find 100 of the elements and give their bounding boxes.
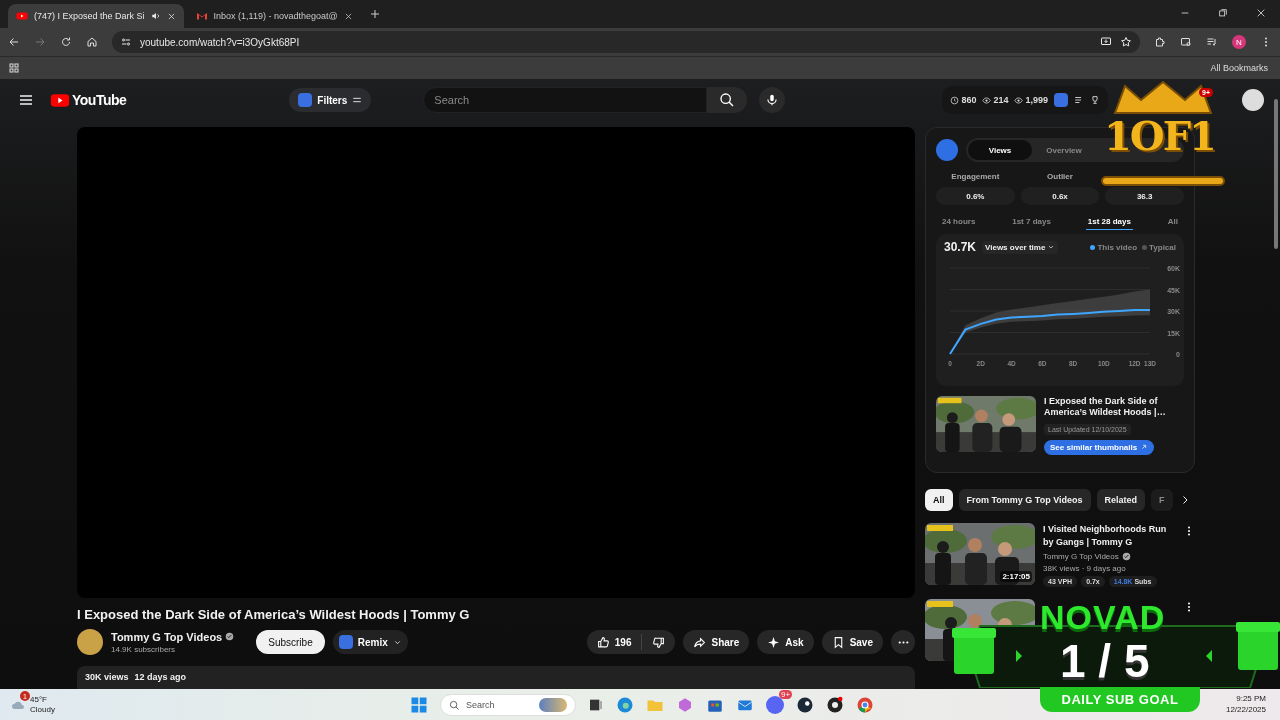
share-button[interactable]: Share [683,630,750,654]
account-avatar[interactable] [1242,89,1264,111]
youtube-logo-text[interactable]: YouTube [72,92,127,108]
channel-avatar[interactable] [77,629,103,655]
filter-chip[interactable]: All [925,489,953,511]
legend-label: Typical [1149,242,1176,252]
filter-chip[interactable]: Related [1096,489,1146,511]
address-bar[interactable]: youtube.com/watch?v=i3OyGkt68PI [112,31,1140,53]
voice-search-button[interactable] [759,87,786,113]
metric-label: Engagement [951,172,1000,181]
close-icon[interactable] [1256,8,1266,18]
goal-banner: DAILY SUB GOAL [1040,687,1200,712]
filter-chip[interactable]: From Tommy G Top Videos [958,489,1091,511]
sliders-icon [352,95,363,105]
metric-value: 0.6% [936,187,1015,205]
stat-count: 214 [993,95,1009,105]
thumbnail-title: I Exposed the Dark Side of America’s Wildest Hoods |… [1044,396,1167,419]
save-button[interactable]: Save [821,630,883,654]
browser-tab[interactable]: Inbox (1,119) - novadthegoat@ [187,4,361,28]
temperature: 45°F [30,695,48,705]
notification-badge: 9+ [779,690,793,699]
apps-grid-icon[interactable] [8,62,20,74]
verified-check-icon [1121,552,1131,562]
browser-app-icon[interactable] [616,696,634,714]
search-icon [719,92,736,108]
caret-icon [1047,243,1056,251]
all-bookmarks-link[interactable]: All Bookmarks [1210,63,1268,73]
goal-name: NOVAD [1040,598,1166,637]
youtube-favicon-icon [16,10,28,22]
new-tab-icon[interactable] [368,8,381,20]
view-count: 30K views [85,672,129,682]
sparkle-icon [767,635,781,649]
site-settings-icon[interactable] [120,36,132,48]
start-icon[interactable] [410,696,428,714]
filters-button[interactable]: Filters [289,88,372,112]
back-icon[interactable] [8,36,20,48]
subscribe-button[interactable]: Subscribe [256,630,325,654]
time-range-tab[interactable]: All [1165,215,1180,230]
video-meta: 38K views · 9 days ago [1043,564,1127,574]
overlay-logo-text: 1OF1 [1104,112,1215,159]
clock-date: 12/22/2025 [1225,704,1266,716]
video-title[interactable]: I Visited Neighborhoods Run by Gangs | Tommy G [1043,523,1175,550]
assistant-app-icon[interactable] [676,696,694,714]
extensions-icon[interactable] [1154,36,1166,48]
forward-icon[interactable] [34,36,46,48]
close-icon[interactable] [166,11,176,21]
trophy-icon[interactable] [1090,95,1100,105]
stat-count: 860 [961,95,977,105]
total-views: 30.7K [944,240,977,254]
install-app-icon[interactable] [1100,36,1112,48]
media-control-icon[interactable] [1206,36,1218,48]
chrome-icon[interactable] [856,696,874,714]
upload-age: 12 days ago [134,672,187,682]
filter-chip[interactable]: F [1151,489,1173,511]
close-icon[interactable] [343,11,353,21]
time-range-tab[interactable]: 24 hours [940,215,978,230]
thumbs-up-icon [596,635,610,649]
metric-dropdown[interactable]: Views over time [982,240,1059,254]
recorder-app-icon[interactable] [826,696,844,714]
thumbs-down-icon [652,635,666,649]
share-arrow-icon [693,635,707,649]
time-range-tab[interactable]: 1st 28 days [1085,215,1133,230]
task-view-icon[interactable] [588,697,604,713]
chat-app-icon[interactable] [766,696,784,714]
scrollbar[interactable] [1274,99,1278,249]
list-icon[interactable] [1074,95,1084,105]
bookmark-star-icon[interactable] [1120,36,1132,48]
panel-tab[interactable]: Views [968,140,1032,160]
remix-button[interactable]: Remix [332,630,408,654]
taskbar-search[interactable]: Search [440,694,576,716]
metric-label: Outlier [1047,172,1073,181]
external-link-icon [1140,443,1149,451]
legend-label: This video [1097,242,1137,252]
clock-time: 9:25 PM [1235,693,1266,705]
time-range-tab[interactable]: 1st 7 days [1010,215,1053,230]
game-launcher-icon[interactable] [796,696,814,714]
reload-icon[interactable] [60,36,72,48]
home-icon[interactable] [86,36,98,48]
eye-icon [982,95,992,105]
speaker-icon[interactable] [150,11,161,21]
profile-avatar[interactable]: N [1232,35,1246,49]
channel-name[interactable]: Tommy G Top Videos [1043,552,1119,562]
video-title: I Exposed the Dark Side of America’s Wildest Hoods | Tommy G [77,607,471,622]
subscriber-count: 14.9K subscribers [111,644,177,654]
more-actions-button[interactable] [891,630,915,654]
ask-button[interactable]: Ask [757,630,814,654]
channel-name[interactable]: Tommy G Top Videos [111,630,223,643]
search-button[interactable] [707,87,748,113]
verified-check-icon [225,632,235,641]
metric-value: 0.6x [1020,187,1100,205]
browser-tab[interactable]: (747) I Exposed the Dark Si [8,4,184,28]
search-field[interactable]: Search [423,87,708,113]
restore-icon[interactable] [1218,8,1228,18]
weather-condition: Cloudy [30,705,55,715]
goal-count: 1 / 5 [1060,634,1150,688]
similar-thumbnails-button[interactable]: See similar thumbnails [1044,439,1155,455]
panel-tab[interactable]: Overview [1032,140,1096,160]
reading-list-icon[interactable] [1180,36,1192,48]
microphone-icon [765,93,780,107]
menu-icon[interactable] [18,92,34,108]
